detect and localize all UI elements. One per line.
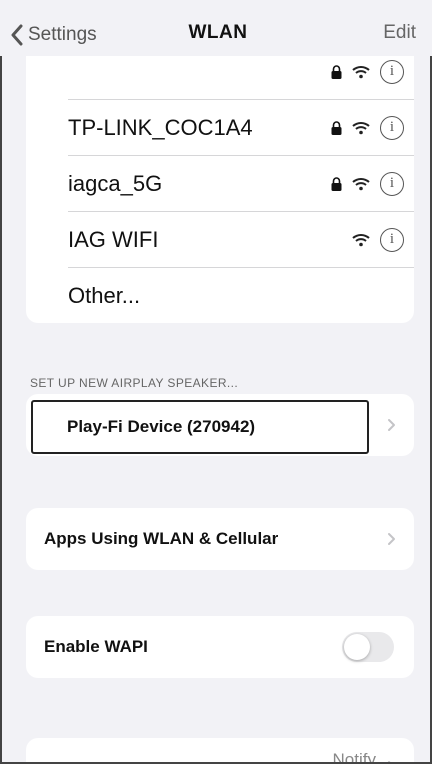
other-network-row[interactable]: Other...: [68, 268, 414, 324]
info-icon[interactable]: i: [380, 59, 404, 84]
network-icons: i: [331, 171, 404, 196]
chevron-right-icon: [388, 761, 393, 764]
network-row[interactable]: TP-LINK_COC1A4 i: [68, 100, 414, 156]
other-network-label: Other...: [68, 283, 141, 308]
ask-to-join-row[interactable]: Notify: [26, 738, 414, 764]
info-icon[interactable]: i: [380, 115, 404, 140]
enable-wapi-row: Enable WAPI: [26, 616, 414, 678]
airplay-card: Play-Fi Device (270942): [26, 394, 414, 456]
apps-using-wlan-label: Apps Using WLAN & Cellular: [44, 529, 279, 548]
chevron-right-icon: [388, 419, 395, 431]
wapi-toggle[interactable]: [342, 632, 394, 662]
wifi-icon: [352, 121, 370, 134]
lock-icon: [331, 120, 342, 135]
wifi-icon: [352, 65, 370, 78]
network-row[interactable]: iagca_5G i: [68, 156, 414, 212]
ask-to-join-value: Notify: [332, 750, 376, 764]
toggle-knob: [344, 634, 370, 660]
navigation-bar: Settings WLAN Edit: [0, 0, 432, 56]
network-icons: i: [331, 115, 404, 140]
lock-icon: [331, 176, 342, 191]
wifi-icon: [352, 177, 370, 190]
network-icons: i: [352, 227, 404, 252]
lock-icon: [331, 64, 342, 79]
page-title: WLAN: [188, 22, 248, 43]
apps-using-wlan-row[interactable]: Apps Using WLAN & Cellular: [26, 508, 414, 570]
network-icons: i: [331, 59, 404, 84]
edit-button[interactable]: Edit: [383, 22, 416, 44]
networks-list: i TP-LINK_COC1A4 i iagca_5G i IAG WIFI i…: [26, 44, 414, 323]
chevron-right-icon: [388, 533, 395, 545]
network-row[interactable]: IAG WIFI i: [68, 212, 414, 268]
enable-wapi-label: Enable WAPI: [44, 637, 148, 656]
wifi-icon: [352, 233, 370, 246]
info-icon[interactable]: i: [380, 171, 404, 196]
info-icon[interactable]: i: [380, 227, 404, 252]
airplay-device-button[interactable]: Play-Fi Device (270942): [31, 400, 369, 454]
airplay-section-header: SET UP NEW AIRPLAY SPEAKER...: [30, 376, 239, 390]
